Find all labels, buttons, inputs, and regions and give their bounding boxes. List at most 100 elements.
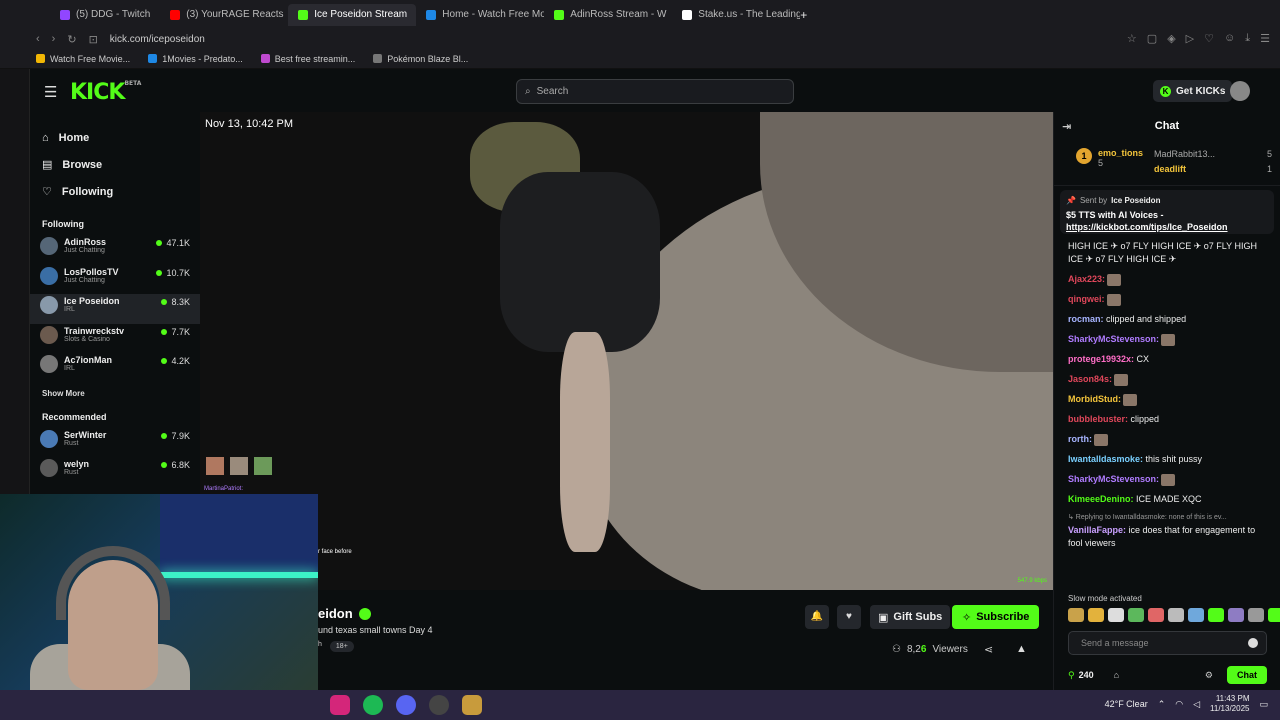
chat-username[interactable]: MorbidStud: (1068, 394, 1121, 404)
chat-message[interactable]: Jason84s: (1068, 373, 1272, 386)
pinned-link[interactable]: https://kickbot.com/tips/Ice_Poseidon (1066, 221, 1268, 233)
sidebar-channel-item[interactable]: SerWinter Rust 7.9K (30, 428, 200, 458)
bookmark-item[interactable]: 1Movies - Predato... (148, 54, 243, 64)
tray-arrow-icon[interactable]: ⌃ (1158, 699, 1166, 710)
chat-username[interactable]: KimeeeDenino: (1068, 494, 1134, 504)
sidebar-channel-item[interactable]: Ac7ionMan IRL 4.2K (30, 353, 200, 383)
chat-message[interactable]: qingwei: (1068, 293, 1272, 306)
sidebar-nav-browse[interactable]: ▤ Browse (42, 151, 200, 178)
streamer-name[interactable]: eidon (318, 606, 353, 621)
browser-tab[interactable]: (5) DDG - Twitch (50, 4, 160, 26)
user-avatar[interactable] (1230, 81, 1250, 101)
obs-icon[interactable] (429, 695, 449, 715)
volume-icon[interactable]: ◁ (1193, 699, 1200, 710)
emote[interactable] (1108, 608, 1124, 622)
stream-title[interactable]: eidon (318, 606, 371, 621)
follow-heart-icon[interactable]: ♥ (837, 605, 861, 629)
chat-username[interactable]: Ajax223: (1068, 274, 1105, 284)
site-info-icon[interactable]: ⊡ (89, 33, 98, 46)
download-icon[interactable]: ⤓ (1245, 32, 1250, 45)
chat-username[interactable]: VanillaFappe: (1068, 525, 1126, 535)
sidebar-nav-home[interactable]: ⌂ Home (42, 124, 200, 151)
emoji-picker-icon[interactable] (1248, 638, 1258, 648)
store-icon[interactable]: ⌂ (1114, 670, 1119, 680)
show-more-link[interactable]: Show More (30, 383, 200, 406)
bookmark-item[interactable]: Watch Free Movie... (36, 54, 130, 64)
chat-username[interactable]: rocman: (1068, 314, 1104, 324)
browser-tab[interactable]: AdinRoss Stream - W (544, 4, 672, 26)
taskbar-app-icon[interactable] (330, 695, 350, 715)
bookmark-icon[interactable]: ☆ (1127, 32, 1137, 45)
forward-arrow-icon[interactable]: › (52, 33, 56, 45)
sidebar-channel-item[interactable]: AdinRoss Just Chatting 47.1K (30, 235, 200, 265)
play-icon[interactable]: ▷ (1186, 32, 1194, 45)
account-icon[interactable]: ☺ (1224, 32, 1235, 45)
wifi-icon[interactable]: ◠ (1175, 699, 1183, 710)
emote[interactable] (1148, 608, 1164, 622)
extension-icon[interactable]: ◈ (1167, 32, 1175, 45)
chat-message[interactable]: Iwantalldasmoke: this shit pussy (1068, 453, 1272, 466)
back-arrow-icon[interactable]: ‹ (36, 33, 40, 45)
chat-username[interactable]: rorth: (1068, 434, 1092, 444)
gift-subs-button[interactable]: ▣ Gift Subs (870, 605, 951, 629)
chat-settings-gear-icon[interactable]: ⚙ (1205, 670, 1213, 681)
browser-tab[interactable]: Stake.us - The Leading So (672, 4, 800, 26)
share-icon[interactable]: ⋖ (984, 643, 993, 656)
chat-message[interactable]: bubblebuster: clipped (1068, 413, 1272, 426)
emote[interactable] (1168, 608, 1184, 622)
channel-points[interactable]: ⚲ 240 (1068, 670, 1094, 681)
report-icon[interactable]: ▲ (1016, 643, 1027, 655)
chat-message[interactable]: MorbidStud: (1068, 393, 1272, 406)
bookmark-item[interactable]: Best free streamin... (260, 54, 355, 64)
menu-icon[interactable]: ☰ (1260, 32, 1270, 45)
browser-tab[interactable]: Ice Poseidon Stream (288, 3, 417, 26)
leaderboard-first[interactable]: 1 emo_tions 5 (1076, 148, 1143, 168)
chat-message-input[interactable]: Send a message (1068, 631, 1267, 655)
screenshot-icon[interactable]: ▢ (1147, 32, 1157, 45)
chat-username[interactable]: Iwantalldasmoke: (1068, 454, 1143, 464)
weather-info[interactable]: 42°F Clear (1105, 699, 1148, 709)
chat-message[interactable]: rocman: clipped and shipped (1068, 313, 1272, 326)
get-kicks-button[interactable]: K Get KICKs (1153, 80, 1233, 102)
spotify-icon[interactable] (363, 695, 383, 715)
game-launcher-icon[interactable] (462, 695, 482, 715)
search-input[interactable]: ⌕ Search (516, 79, 794, 104)
category-tag[interactable]: h (318, 641, 322, 652)
emote[interactable] (1068, 608, 1084, 622)
discord-icon[interactable] (396, 695, 416, 715)
chat-message[interactable]: SharkyMcStevenson: (1068, 473, 1272, 486)
chat-message[interactable]: SharkyMcStevenson: (1068, 333, 1272, 346)
age-tag[interactable]: 18+ (329, 641, 354, 652)
subscribe-button[interactable]: ✧ Subscribe (952, 605, 1040, 629)
kick-logo[interactable]: KICKBETA (70, 80, 141, 105)
sidebar-channel-item[interactable]: welyn Rust 6.8K (30, 457, 200, 487)
chat-username[interactable]: bubblebuster: (1068, 414, 1128, 424)
chat-username[interactable]: Jason84s: (1068, 374, 1112, 384)
emote[interactable] (1128, 608, 1144, 622)
chat-message[interactable]: HIGH ICE ✈ o7 FLY HIGH ICE ✈ o7 FLY HIGH… (1068, 240, 1272, 266)
pinned-message[interactable]: 📌 Sent by Ice Poseidon $5 TTS with AI Vo… (1060, 190, 1274, 234)
chat-username[interactable]: qingwei: (1068, 294, 1105, 304)
notification-bell-icon[interactable]: 🔔 (805, 605, 829, 629)
heart-icon[interactable]: ♡ (1204, 32, 1214, 45)
chat-message[interactable]: VanillaFappe: ice does that for engageme… (1068, 524, 1272, 550)
chat-message[interactable]: rorth: (1068, 433, 1272, 446)
sidebar-channel-item[interactable]: Trainwreckstv Slots & Casino 7.7K (30, 324, 200, 354)
chat-message[interactable]: protege19932x: CX (1068, 353, 1272, 366)
collapse-chat-icon[interactable]: ⇥ (1062, 120, 1071, 133)
new-tab-icon[interactable]: + (800, 8, 807, 22)
sidebar-channel-item[interactable]: LosPollosTV Just Chatting 10.7K (30, 265, 200, 295)
notifications-icon[interactable]: ▭ (1259, 699, 1268, 710)
browser-tab[interactable]: Home - Watch Free Movies (416, 4, 544, 26)
emote[interactable] (1228, 608, 1244, 622)
sidebar-nav-following[interactable]: ♡ Following (42, 178, 200, 205)
emote[interactable] (1088, 608, 1104, 622)
browser-tab[interactable]: (3) YourRAGE Reacts (160, 4, 288, 26)
video-player[interactable]: Nov 13, 10:42 PM MartinaPatriot: r face … (200, 112, 1053, 590)
url-text[interactable]: kick.com/iceposeidon (110, 34, 205, 45)
emote[interactable] (1268, 608, 1280, 622)
sidebar-channel-item[interactable]: Ice Poseidon IRL 8.3K (30, 294, 200, 324)
chat-message[interactable]: KimeeeDenino: ICE MADE XQC (1068, 493, 1272, 506)
leaderboard-others[interactable]: MadRabbit13... deadlift (1154, 147, 1215, 177)
emote[interactable] (1188, 608, 1204, 622)
